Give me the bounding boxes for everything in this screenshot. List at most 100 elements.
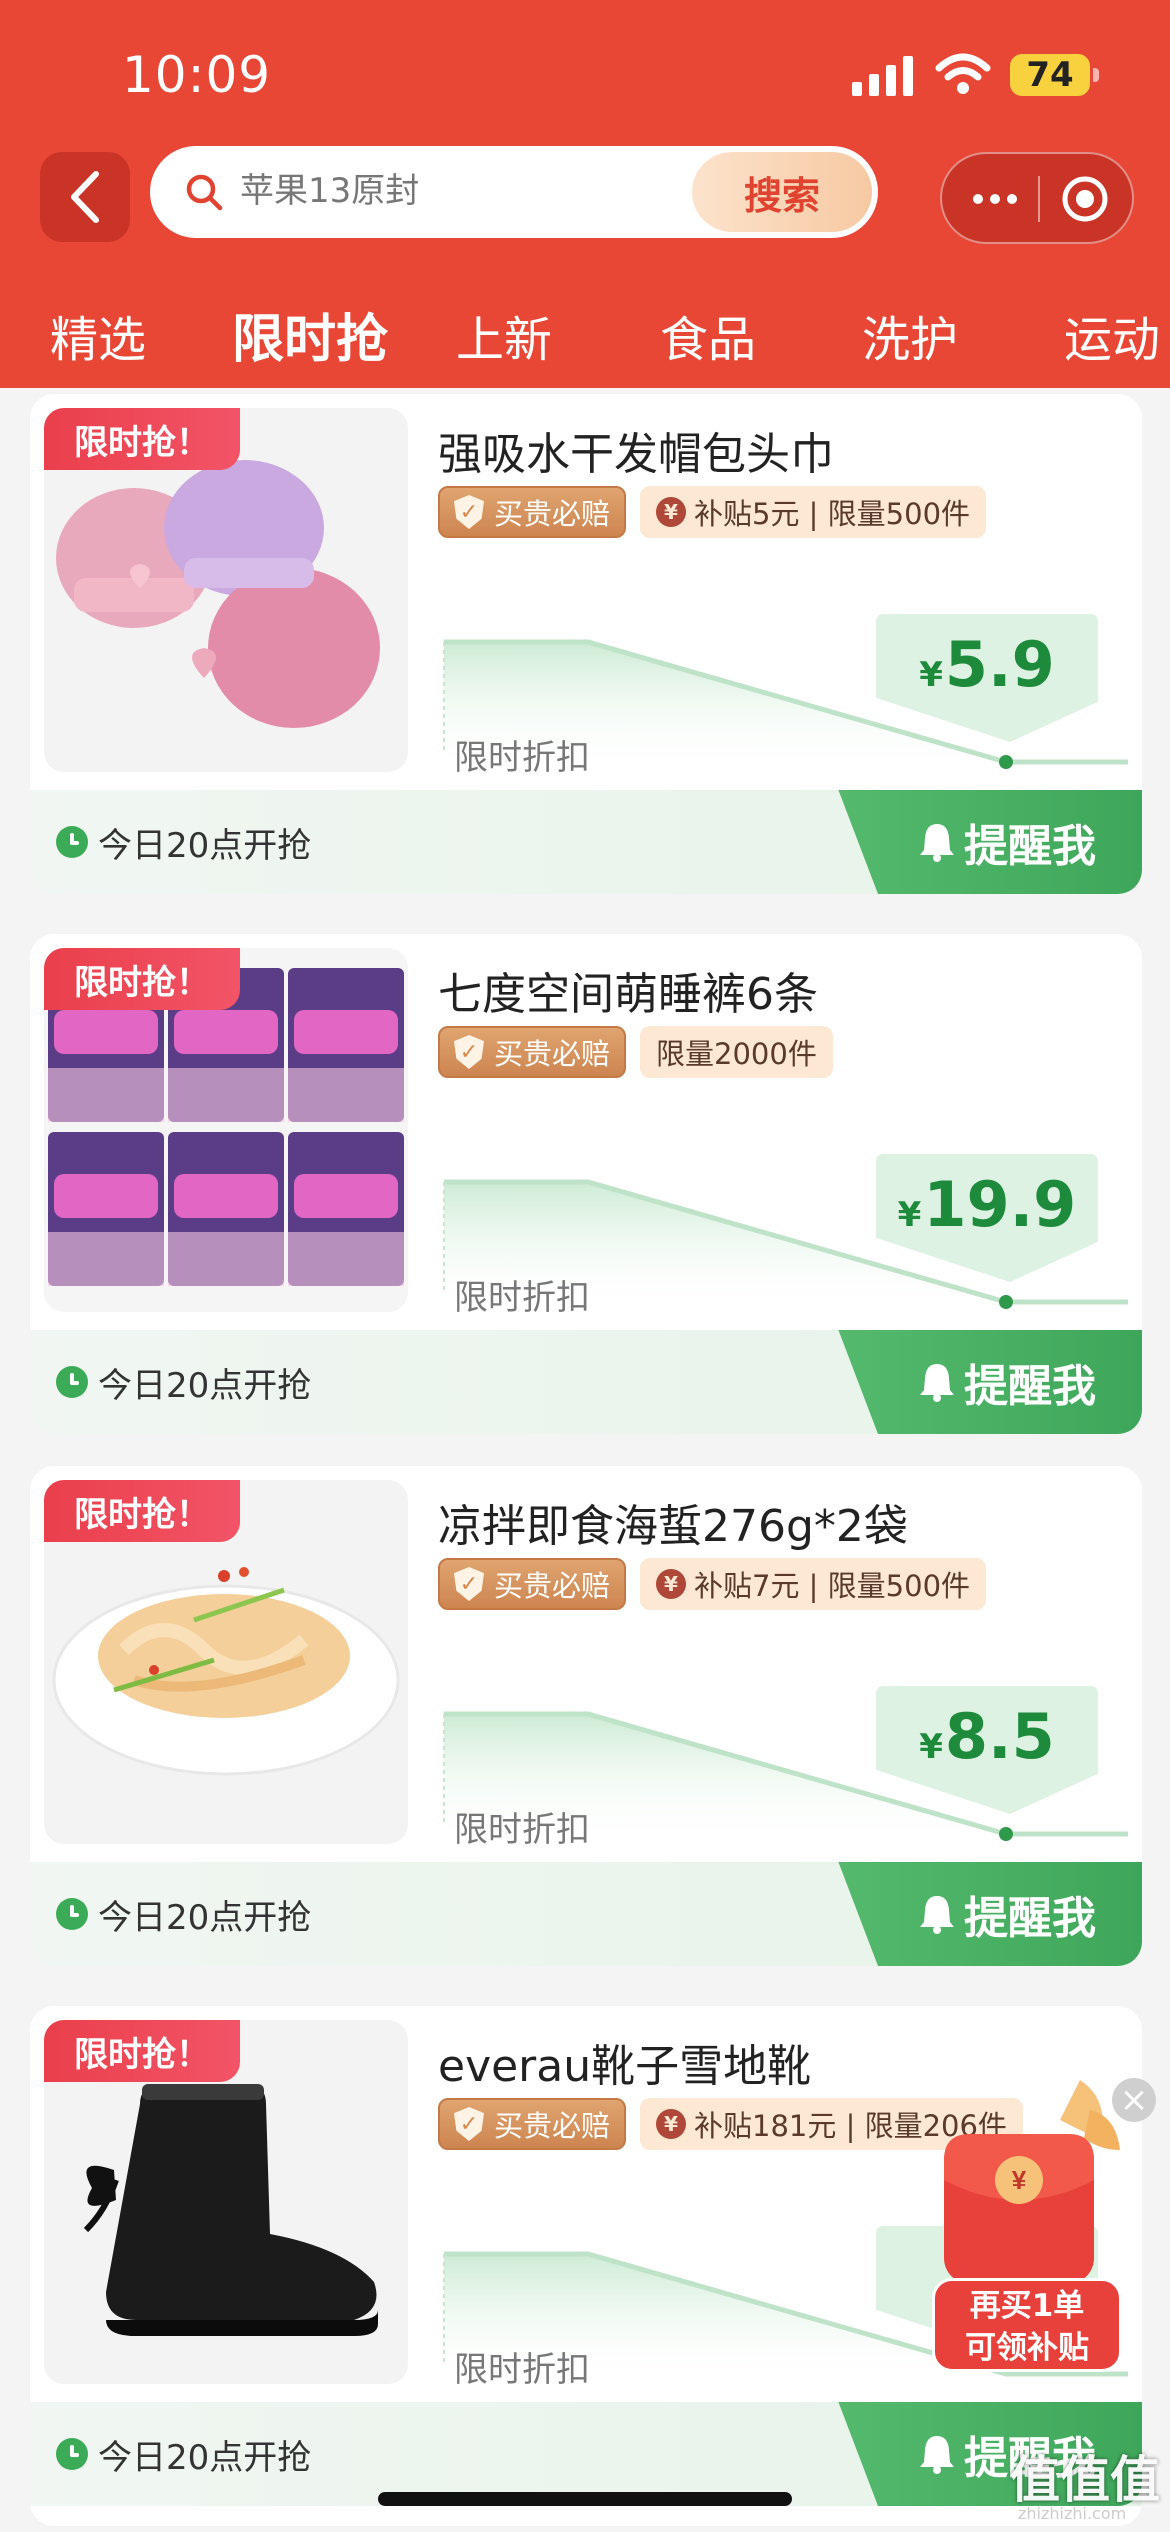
price-value: ¥5.9	[876, 628, 1098, 701]
close-target-icon[interactable]	[1060, 174, 1110, 224]
product-title: everau靴子雪地靴	[438, 2041, 812, 2092]
search-button[interactable]: 搜索	[692, 152, 872, 232]
watermark-sub: zhizhizhi.com	[1018, 2504, 1127, 2523]
start-time-text: 今日20点开抢	[98, 826, 312, 866]
tab-food[interactable]: 食品	[660, 300, 756, 380]
svg-text:¥: ¥	[1012, 2165, 1027, 2195]
quantity-limit-tag: 限量2000件	[640, 1026, 833, 1078]
remind-me-button[interactable]: 提醒我	[838, 1330, 1142, 1434]
price-guarantee-tag: ✓ 买贵必赔	[438, 486, 627, 538]
remind-label: 提醒我	[964, 821, 1096, 872]
discount-label: 限时折扣	[454, 1278, 590, 1318]
bell-icon	[920, 1364, 954, 1402]
product-card[interactable]: 限时抢！ 强吸水干发帽包头巾 ✓ 买贵必赔 ¥ 补贴5元 | 限量500件 ¥5…	[30, 394, 1142, 894]
back-button[interactable]	[40, 152, 130, 242]
currency-symbol: ¥	[919, 655, 943, 695]
limit-label: 限量2000件	[656, 1037, 817, 1071]
header: 10:09 74 苹果13原封 搜索 精选 限时抢 上新 食品 洗护 运动	[0, 0, 1170, 388]
clock-icon	[56, 1366, 88, 1398]
flash-sale-badge: 限时抢！	[44, 948, 240, 1010]
tab-new[interactable]: 上新	[456, 300, 552, 380]
tab-flash-sale[interactable]: 限时抢	[232, 300, 388, 380]
price-guarantee-tag: ✓ 买贵必赔	[438, 1558, 627, 1610]
price-box: ¥8.5	[876, 1686, 1098, 1814]
product-title: 凉拌即食海蜇276g*2袋	[438, 1501, 908, 1552]
clock-icon	[56, 826, 88, 858]
flash-sale-badge: 限时抢！	[44, 408, 240, 470]
search-icon	[186, 174, 223, 211]
guarantee-label: 买贵必赔	[494, 2109, 611, 2143]
card-footer: 今日20点开抢 提醒我	[30, 2402, 1142, 2506]
tab-personal-care[interactable]: 洗护	[862, 300, 958, 380]
price-guarantee-tag: ✓ 买贵必赔	[438, 1026, 627, 1078]
yen-coin-icon: ¥	[656, 1569, 687, 1599]
discount-label: 限时折扣	[454, 1810, 590, 1850]
promo-line-2: 可领补贴	[965, 2330, 1089, 2366]
currency-symbol: ¥	[919, 1727, 943, 1767]
currency-symbol: ¥	[897, 1195, 922, 1235]
tag-row: ✓ 买贵必赔 ¥ 补贴7元 | 限量500件	[438, 1558, 987, 1610]
bell-icon	[920, 824, 954, 862]
discount-label: 限时折扣	[454, 738, 590, 778]
promo-line-1: 再买1单	[969, 2288, 1085, 2324]
subsidy-tag: ¥ 补贴7元 | 限量500件	[640, 1558, 987, 1610]
clock-icon	[56, 2438, 88, 2470]
bell-icon	[920, 1896, 954, 1934]
category-tabs: 精选 限时抢 上新 食品 洗护 运动	[0, 300, 1170, 380]
start-time-text: 今日20点开抢	[98, 2438, 312, 2478]
battery-indicator: 74	[1010, 54, 1090, 96]
price-amount: 5.9	[944, 628, 1055, 701]
remind-label: 提醒我	[964, 1893, 1096, 1944]
chevron-left-icon	[71, 171, 99, 223]
tab-sports[interactable]: 运动	[1064, 300, 1160, 380]
wifi-icon	[935, 53, 991, 94]
flash-sale-badge: 限时抢！	[44, 1480, 240, 1542]
flash-sale-badge: 限时抢！	[44, 2020, 240, 2082]
watermark: 值值值	[1010, 2451, 1160, 2509]
battery-cap	[1093, 68, 1099, 82]
bell-icon	[920, 2436, 954, 2474]
card-footer: 今日20点开抢 提醒我	[30, 1330, 1142, 1434]
start-time-text: 今日20点开抢	[98, 1898, 312, 1938]
guarantee-label: 买贵必赔	[494, 497, 611, 531]
tag-row: ✓ 买贵必赔 限量2000件	[438, 1026, 833, 1078]
price-box: ¥19.9	[876, 1154, 1098, 1282]
shield-check-icon: ✓	[454, 1035, 484, 1069]
close-icon[interactable]: ×	[1112, 2078, 1156, 2122]
price-amount: 19.9	[923, 1168, 1077, 1241]
product-title: 强吸水干发帽包头巾	[438, 429, 834, 480]
mini-program-capsule	[940, 152, 1134, 244]
guarantee-label: 买贵必赔	[494, 1037, 611, 1071]
shield-check-icon: ✓	[454, 495, 484, 529]
card-footer: 今日20点开抢 提醒我	[30, 1862, 1142, 1966]
discount-label: 限时折扣	[454, 2350, 590, 2390]
capsule-divider	[1038, 176, 1040, 222]
home-indicator[interactable]	[378, 2492, 792, 2506]
cellular-signal-icon	[852, 56, 913, 96]
price-value: ¥19.9	[876, 1168, 1098, 1241]
price-value: ¥8.5	[876, 1700, 1098, 1773]
more-icon[interactable]	[968, 176, 1022, 222]
yen-coin-icon: ¥	[656, 2109, 687, 2139]
start-time-text: 今日20点开抢	[98, 1366, 312, 1406]
status-time: 10:09	[122, 46, 272, 104]
price-box: ¥5.9	[876, 614, 1098, 742]
search-input[interactable]: 苹果13原封	[240, 166, 419, 216]
remind-me-button[interactable]: 提醒我	[838, 1862, 1142, 1966]
card-footer: 今日20点开抢 提醒我	[30, 790, 1142, 894]
shield-check-icon: ✓	[454, 1567, 484, 1601]
shield-check-icon: ✓	[454, 2107, 484, 2141]
price-guarantee-tag: ✓ 买贵必赔	[438, 2098, 627, 2150]
guarantee-label: 买贵必赔	[494, 1569, 611, 1603]
product-title: 七度空间萌睡裤6条	[438, 969, 818, 1020]
product-card[interactable]: 限时抢！ 七度空间萌睡裤6条 ✓ 买贵必赔 限量2000件 ¥19.9 限时折扣…	[30, 934, 1142, 1434]
tab-featured[interactable]: 精选	[50, 300, 146, 380]
subsidy-label: 补贴5元 | 限量500件	[694, 497, 971, 531]
remind-me-button[interactable]: 提醒我	[838, 790, 1142, 894]
promo-badge[interactable]: 再买1单 可领补贴	[932, 2278, 1122, 2372]
clock-icon	[56, 1898, 88, 1930]
product-card[interactable]: 限时抢！ 凉拌即食海蜇276g*2袋 ✓ 买贵必赔 ¥ 补贴7元 | 限量500…	[30, 1466, 1142, 1966]
subsidy-label: 补贴7元 | 限量500件	[694, 1569, 971, 1603]
search-box[interactable]: 苹果13原封 搜索	[150, 146, 878, 238]
tag-row: ✓ 买贵必赔 ¥ 补贴5元 | 限量500件	[438, 486, 987, 538]
